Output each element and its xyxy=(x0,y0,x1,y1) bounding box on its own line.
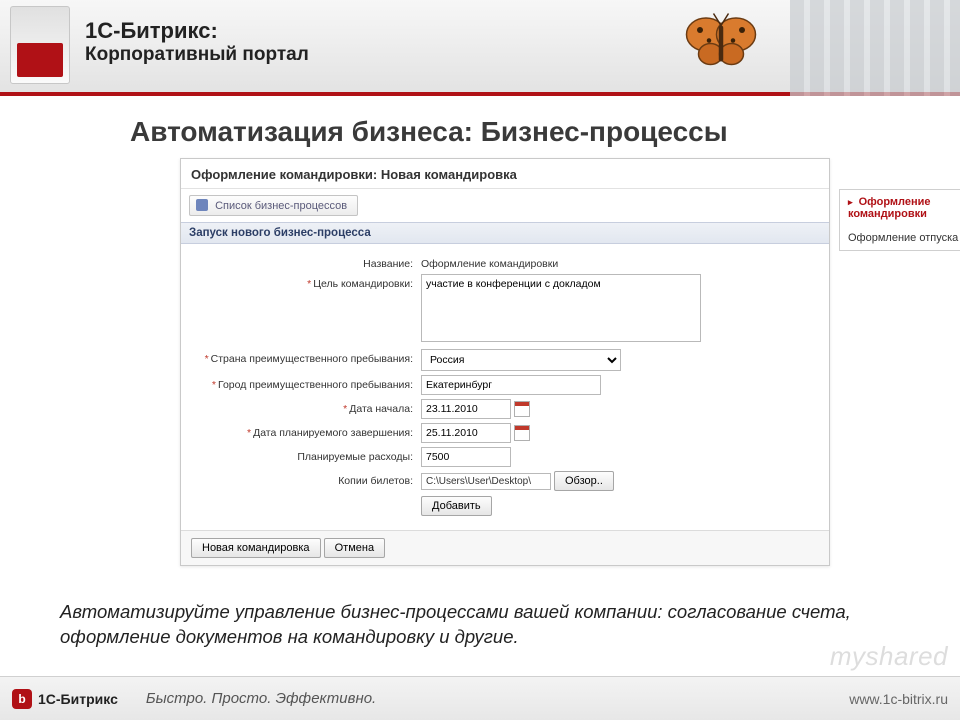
brand-line1: 1С-Битрикс: xyxy=(85,18,309,44)
app-window: Оформление командировки: Новая командиро… xyxy=(180,158,830,566)
butterfly-icon xyxy=(682,12,760,72)
label-tickets: Копии билетов: xyxy=(191,471,421,487)
row-city: *Город преимущественного пребывания: xyxy=(191,375,819,395)
add-file-button[interactable]: Добавить xyxy=(421,496,492,516)
calendar-icon[interactable] xyxy=(514,401,530,417)
process-list-label: Список бизнес-процессов xyxy=(215,200,347,212)
window-title: Оформление командировки: Новая командиро… xyxy=(181,159,829,189)
end-date-input[interactable] xyxy=(421,423,511,443)
section-header: Запуск нового бизнес-процесса xyxy=(181,222,829,244)
bitrix-logo-icon: b xyxy=(12,689,32,709)
goal-textarea[interactable]: участие в конференции с докладом xyxy=(421,274,701,342)
value-name: Оформление командировки xyxy=(421,254,819,270)
sidebar-item-label: Оформление отпуска xyxy=(848,232,958,244)
label-country: *Страна преимущественного пребывания: xyxy=(191,349,421,365)
footer-site-url: www.1c-bitrix.ru xyxy=(849,691,948,707)
row-country: *Страна преимущественного пребывания: Ро… xyxy=(191,349,819,371)
sidebar-item-vacation[interactable]: Оформление отпуска xyxy=(840,226,960,250)
row-name: Название: Оформление командировки xyxy=(191,254,819,270)
row-start-date: *Дата начала: xyxy=(191,399,819,419)
submit-button[interactable]: Новая командировка xyxy=(191,538,321,558)
calendar-icon[interactable] xyxy=(514,425,530,441)
start-date-input[interactable] xyxy=(421,399,511,419)
brand-text: 1С-Битрикс: Корпоративный портал xyxy=(85,18,309,66)
browse-button[interactable]: Обзор.. xyxy=(554,471,614,491)
label-name: Название: xyxy=(191,254,421,270)
brand-header: 1С-Битрикс: Корпоративный портал xyxy=(0,0,960,96)
process-sidebar: ▸ Оформление командировки Оформление отп… xyxy=(839,189,960,251)
city-input[interactable] xyxy=(421,375,601,395)
slide-caption: Автоматизируйте управление бизнес-процес… xyxy=(60,600,900,650)
file-path: C:\Users\User\Desktop\ xyxy=(421,473,551,490)
label-start-date: *Дата начала: xyxy=(191,399,421,415)
country-select[interactable]: Россия xyxy=(421,349,621,371)
watermark: myshared xyxy=(830,641,948,672)
sidebar-item-trip[interactable]: ▸ Оформление командировки xyxy=(840,190,960,226)
footer-brand: 1С-Битрикс xyxy=(38,691,118,707)
row-goal: *Цель командировки: участие в конференци… xyxy=(191,274,819,345)
slide-title: Автоматизация бизнеса: Бизнес-процессы xyxy=(130,116,960,148)
cancel-button[interactable]: Отмена xyxy=(324,538,385,558)
active-marker-icon: ▸ xyxy=(848,197,853,207)
row-end-date: *Дата планируемого завершения: xyxy=(191,423,819,443)
process-list-button[interactable]: Список бизнес-процессов xyxy=(189,195,358,216)
footer-tagline: Быстро. Просто. Эффективно. xyxy=(146,690,376,707)
label-end-date: *Дата планируемого завершения: xyxy=(191,423,421,439)
row-expenses: Планируемые расходы: xyxy=(191,447,819,467)
process-form: Название: Оформление командировки *Цель … xyxy=(181,244,829,530)
page-footer: b 1С-Битрикс Быстро. Просто. Эффективно.… xyxy=(0,676,960,720)
form-footer: Новая командировка Отмена xyxy=(181,530,829,565)
product-box-image xyxy=(10,6,70,84)
row-tickets: Копии билетов: C:\Users\User\Desktop\ Об… xyxy=(191,471,819,516)
label-city: *Город преимущественного пребывания: xyxy=(191,375,421,391)
list-icon xyxy=(196,199,208,211)
label-expenses: Планируемые расходы: xyxy=(191,447,421,463)
sidebar-item-label: Оформление командировки xyxy=(848,196,931,220)
brand-line2: Корпоративный портал xyxy=(85,44,309,66)
label-goal: *Цель командировки: xyxy=(191,274,421,290)
toolbar: Список бизнес-процессов xyxy=(181,189,829,222)
expenses-input[interactable] xyxy=(421,447,511,467)
city-skyline-image xyxy=(790,0,960,96)
